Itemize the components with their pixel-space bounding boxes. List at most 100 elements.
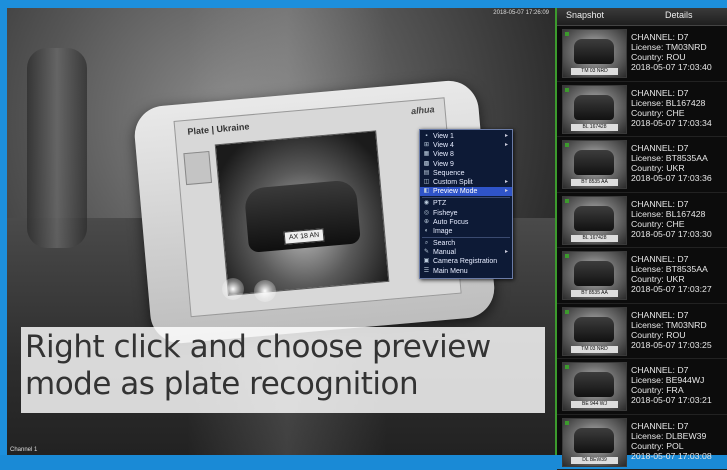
- snapshot-country: Country: CHE: [631, 108, 727, 118]
- snapshot-car-silhouette: [574, 317, 614, 342]
- tab-details[interactable]: Details: [665, 10, 693, 20]
- snapshot-list-item[interactable]: BT 8535 AA CHANNEL: D7License: BT8535AACo…: [557, 137, 727, 193]
- chevron-right-icon: ▸: [505, 187, 508, 196]
- menu-item-sequence[interactable]: ▤Sequence: [420, 169, 512, 178]
- snapshot-plate: BL 167428: [571, 124, 618, 131]
- snapshot-details: CHANNEL: D7License: TM03NRDCountry: ROU2…: [631, 310, 727, 350]
- snapshot-time: 2018-05-07 17:03:25: [631, 340, 727, 350]
- snapshot-thumbnail[interactable]: BL 167428: [562, 85, 627, 134]
- snapshot-plate: DL BEW39: [571, 457, 618, 464]
- snapshot-plate: BL 167428: [571, 235, 618, 242]
- caption-line-1: Right click and choose preview: [25, 329, 491, 366]
- menu-item-preview-mode[interactable]: ◧Preview Mode▸: [420, 187, 512, 196]
- snapshot-channel: CHANNEL: D7: [631, 421, 727, 431]
- snapshot-list-item[interactable]: BE 944 WJCHANNEL: D7License: BE944WJCoun…: [557, 359, 727, 415]
- snapshot-list-item[interactable]: DL BEW39CHANNEL: D7License: DLBEW39Count…: [557, 415, 727, 470]
- tab-snapshot[interactable]: Snapshot: [566, 10, 604, 20]
- snapshot-time: 2018-05-07 17:03:40: [631, 62, 727, 72]
- snapshot-panel-header: Snapshot Details: [557, 8, 727, 26]
- manual-icon: ✎: [423, 249, 430, 256]
- menu-item-image[interactable]: ◐Image: [420, 227, 512, 236]
- menu-item-ptz[interactable]: ◉PTZ: [420, 199, 512, 208]
- snapshot-car-silhouette: [574, 261, 614, 286]
- eight-view-icon: ▦: [423, 151, 430, 158]
- main-menu-icon: ☰: [423, 268, 430, 275]
- phone-screen-logo: alhua: [411, 104, 435, 116]
- snapshot-marker: [565, 421, 569, 425]
- snapshot-thumbnail[interactable]: BT 8535 AA: [562, 251, 627, 300]
- single-view-icon: ▪: [423, 133, 430, 140]
- video-scene-bottle: [27, 48, 87, 248]
- quad-view-icon: ⊞: [423, 142, 430, 149]
- menu-item-view-8[interactable]: ▦View 8: [420, 150, 512, 159]
- search-icon: ⌕: [423, 240, 430, 247]
- snapshot-car-silhouette: [574, 428, 614, 453]
- snapshot-country: Country: ROU: [631, 330, 727, 340]
- snapshot-license: License: BT8535AA: [631, 153, 727, 163]
- fisheye-icon: ◎: [423, 210, 430, 217]
- snapshot-thumbnail[interactable]: DL BEW39: [562, 418, 627, 467]
- snapshot-list: TM 03 NRDCHANNEL: D7License: TM03NRDCoun…: [557, 26, 727, 470]
- snapshot-time: 2018-05-07 17:03:21: [631, 395, 727, 405]
- snapshot-time: 2018-05-07 17:03:27: [631, 284, 727, 294]
- video-timestamp: 2018-05-07 17:26:09: [493, 10, 549, 16]
- snapshot-marker: [565, 310, 569, 314]
- snapshot-country: Country: FRA: [631, 385, 727, 395]
- preview-mode-icon: ◧: [423, 188, 430, 195]
- snapshot-thumbnail[interactable]: TM 03 NRD: [562, 307, 627, 356]
- snapshot-time: 2018-05-07 17:03:36: [631, 173, 727, 183]
- snapshot-license: License: BL167428: [631, 209, 727, 219]
- snapshot-thumbnail[interactable]: BL 167428: [562, 196, 627, 245]
- menu-item-custom-split[interactable]: ◫Custom Split▸: [420, 178, 512, 187]
- phone-lights: [222, 278, 282, 308]
- snapshot-details: CHANNEL: D7License: TM03NRDCountry: ROU2…: [631, 32, 727, 72]
- menu-item-auto-focus[interactable]: ⊕Auto Focus: [420, 218, 512, 227]
- snapshot-list-item[interactable]: BL 167428 CHANNEL: D7License: BL167428Cou…: [557, 82, 727, 138]
- menu-item-view-9[interactable]: ▩View 9: [420, 160, 512, 169]
- auto-focus-icon: ⊕: [423, 219, 430, 226]
- menu-item-fisheye[interactable]: ◎Fisheye: [420, 209, 512, 218]
- snapshot-channel: CHANNEL: D7: [631, 254, 727, 264]
- menu-separator: [422, 237, 510, 238]
- sequence-icon: ▤: [423, 170, 430, 177]
- snapshot-marker: [565, 199, 569, 203]
- snapshot-list-item[interactable]: BL 167428CHANNEL: D7License: BL167428Cou…: [557, 193, 727, 249]
- menu-item-view-4[interactable]: ⊞View 4▸: [420, 141, 512, 150]
- snapshot-thumbnail[interactable]: BT 8535 AA: [562, 140, 627, 189]
- phone-light-left: [222, 278, 244, 300]
- snapshot-details: CHANNEL: D7License: BL167428Country: CHE…: [631, 88, 727, 128]
- menu-item-manual[interactable]: ✎Manual▸: [420, 248, 512, 257]
- snapshot-plate: TM 03 NRD: [571, 68, 618, 75]
- snapshot-thumbnail[interactable]: BE 944 WJ: [562, 362, 627, 411]
- snapshot-marker: [565, 365, 569, 369]
- phone-light-right: [254, 280, 276, 302]
- menu-item-search[interactable]: ⌕Search: [420, 239, 512, 248]
- context-menu: ▪View 1▸ ⊞View 4▸ ▦View 8 ▩View 9 ▤Seque…: [419, 129, 513, 279]
- snapshot-time: 2018-05-07 17:03:08: [631, 451, 727, 461]
- nine-view-icon: ▩: [423, 161, 430, 168]
- menu-item-main-menu[interactable]: ☰Main Menu: [420, 267, 512, 276]
- snapshot-country: Country: UKR: [631, 163, 727, 173]
- snapshot-plate: BE 944 WJ: [571, 401, 618, 408]
- snapshot-country: Country: ROU: [631, 52, 727, 62]
- snapshot-list-item[interactable]: TM 03 NRDCHANNEL: D7License: TM03NRDCoun…: [557, 304, 727, 360]
- snapshot-list-item[interactable]: BT 8535 AACHANNEL: D7License: BT8535AACo…: [557, 248, 727, 304]
- snapshot-channel: CHANNEL: D7: [631, 365, 727, 375]
- snapshot-time: 2018-05-07 17:03:34: [631, 118, 727, 128]
- snapshot-marker: [565, 254, 569, 258]
- snapshot-thumbnail[interactable]: TM 03 NRD: [562, 29, 627, 78]
- snapshot-channel: CHANNEL: D7: [631, 143, 727, 153]
- snapshot-details: CHANNEL: D7License: BT8535AACountry: UKR…: [631, 143, 727, 183]
- snapshot-marker: [565, 32, 569, 36]
- snapshot-country: Country: POL: [631, 441, 727, 451]
- snapshot-list-item[interactable]: TM 03 NRD CHANNEL: D7License: TM03NRDCoun…: [557, 26, 727, 82]
- phone-screen-title: Plate | Ukraine: [187, 121, 250, 136]
- snapshot-country: Country: CHE: [631, 219, 727, 229]
- snapshot-car-silhouette: [574, 95, 614, 120]
- menu-item-camera-registration[interactable]: ▣Camera Registration: [420, 257, 512, 266]
- menu-item-view-1[interactable]: ▪View 1▸: [420, 132, 512, 141]
- snapshot-car-silhouette: [574, 372, 614, 397]
- snapshot-plate: BT 8535 AA: [571, 179, 618, 186]
- app-frame: Plate | Ukraine alhua AX 18 AN 2018-05-0…: [0, 0, 727, 455]
- image-icon: ◐: [423, 228, 430, 235]
